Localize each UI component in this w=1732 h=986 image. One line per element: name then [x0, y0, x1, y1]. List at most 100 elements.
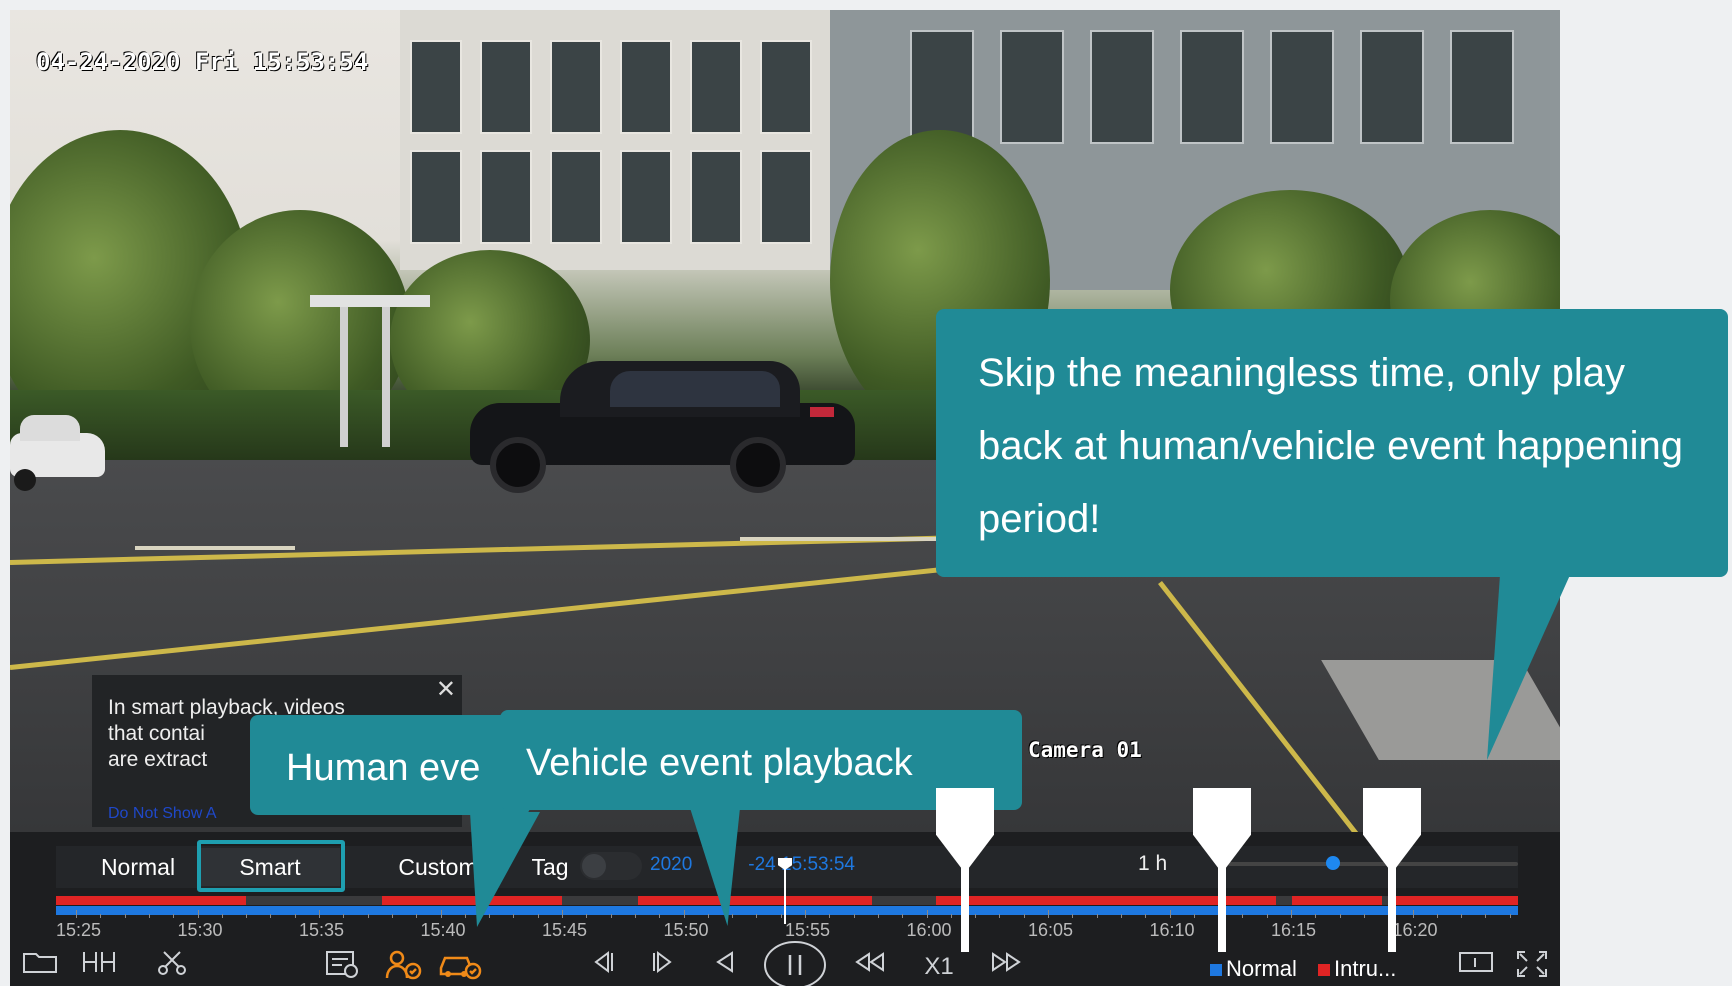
timeline-minor-tick	[1242, 914, 1244, 918]
scissors-icon[interactable]	[152, 950, 192, 984]
timeline-minor-tick	[1096, 914, 1098, 918]
timeline-tick-label: 16:10	[1149, 920, 1195, 940]
timeline-minor-tick	[999, 914, 1001, 918]
timeline-minor-tick	[780, 914, 782, 918]
timeline-minor-tick	[367, 914, 369, 918]
black-suv	[470, 355, 860, 495]
rewind-icon[interactable]	[850, 950, 890, 984]
timeline-minor-tick	[853, 914, 855, 918]
timeline-tick	[440, 910, 442, 918]
timeline[interactable]: 15:25 15:30 15:35 15:40 15:45 15:50 15:55 16:00…	[10, 832, 1560, 942]
legend-normal: Normal	[1210, 956, 1297, 982]
timeline-minor-tick	[610, 914, 612, 918]
timeline-tick-label: 16:15	[1271, 920, 1317, 940]
camera-name-overlay: Camera 01	[1028, 738, 1142, 762]
bus-stop	[310, 295, 430, 307]
timeline-minor-tick	[246, 914, 248, 918]
timeline-marker-line	[961, 860, 969, 952]
timeline-minor-tick	[416, 914, 418, 918]
timeline-minor-tick	[1339, 914, 1341, 918]
callout-line: period!	[978, 497, 1101, 541]
timeline-minor-tick	[1120, 914, 1122, 918]
step-forward-icon[interactable]	[644, 950, 684, 984]
do-not-show-again-link[interactable]: Do Not Show A	[108, 801, 217, 827]
skip-time-callout: Skip the meaningless time, only play bac…	[936, 309, 1728, 577]
timeline-minor-tick	[343, 914, 345, 918]
timeline-tick-label: 16:00	[906, 920, 952, 940]
timeline-tick-label: 15:45	[542, 920, 588, 940]
timeline-minor-tick	[1145, 914, 1147, 918]
white-car	[10, 415, 110, 495]
event-recording-track	[56, 896, 1518, 905]
clip-marker-icon[interactable]	[78, 950, 118, 984]
folder-icon[interactable]	[20, 950, 60, 984]
timeline-minor-tick	[1485, 914, 1487, 918]
timeline-minor-tick	[1072, 914, 1074, 918]
callout-line: back at human/vehicle event happening	[978, 424, 1683, 468]
close-icon[interactable]: ✕	[436, 677, 456, 703]
timeline-minor-tick	[950, 914, 952, 918]
timeline-minor-tick	[537, 914, 539, 918]
pause-icon[interactable]	[762, 940, 828, 986]
timeline-minor-tick	[148, 914, 150, 918]
export-list-icon[interactable]	[322, 950, 362, 984]
timeline-tick	[562, 910, 563, 918]
timeline-minor-tick	[659, 914, 661, 918]
timeline-tick-label: 15:25	[56, 920, 102, 940]
timeline-minor-tick	[1023, 914, 1025, 918]
timeline-marker-line	[1388, 860, 1396, 952]
timeline-minor-tick	[513, 914, 515, 918]
timeline-minor-tick	[1509, 914, 1511, 918]
timeline-minor-tick	[707, 914, 709, 918]
timeline-minor-tick	[1193, 914, 1195, 918]
timeline-minor-tick	[829, 914, 831, 918]
timeline-tick-label: 15:55	[785, 920, 831, 940]
reverse-play-icon[interactable]	[704, 950, 744, 984]
timeline-tick-label: 15:35	[299, 920, 345, 940]
timeline-minor-tick	[100, 914, 102, 918]
human-filter-icon[interactable]	[384, 950, 424, 984]
timeline-minor-tick	[391, 914, 393, 918]
timeline-tick-label: 15:40	[420, 920, 466, 940]
timeline-minor-tick	[975, 914, 977, 918]
normal-recording-track	[56, 906, 1518, 915]
timeline-tick	[1169, 910, 1171, 918]
human-event-callout: Human eve	[250, 715, 530, 815]
timeline-minor-tick	[124, 914, 126, 918]
legend-intrusion: Intru...	[1318, 956, 1396, 982]
timeline-tick-label: 16:05	[1028, 920, 1074, 940]
single-view-icon[interactable]	[1456, 950, 1496, 984]
fast-forward-icon[interactable]	[986, 950, 1026, 984]
timeline-tick	[1291, 910, 1292, 918]
vehicle-filter-icon[interactable]	[436, 950, 484, 984]
fullscreen-icon[interactable]	[1512, 950, 1552, 984]
timeline-minor-tick	[1436, 914, 1438, 918]
timeline-tick-label: 15:30	[177, 920, 223, 940]
timeline-minor-tick	[634, 914, 636, 918]
timeline-minor-tick	[756, 914, 758, 918]
timeline-tick-label: 15:50	[663, 920, 709, 940]
timeline-minor-tick	[221, 914, 223, 918]
playhead-handle[interactable]	[778, 858, 792, 870]
timeline-tick	[683, 910, 685, 918]
callout-line: Skip the meaningless time, only play	[978, 351, 1625, 395]
timeline-minor-tick	[294, 914, 296, 918]
timeline-minor-tick	[1363, 914, 1365, 918]
datetime-overlay: 04-24-2020 Fri 15:53:54	[36, 48, 369, 76]
timeline-minor-tick	[1315, 914, 1317, 918]
timeline-tick	[319, 910, 320, 918]
playhead[interactable]	[784, 862, 786, 924]
timeline-tick	[1048, 910, 1049, 918]
step-back-icon[interactable]	[582, 950, 622, 984]
timeline-minor-tick	[270, 914, 272, 918]
timeline-tick	[76, 910, 77, 918]
timeline-tick	[1412, 910, 1414, 918]
timeline-minor-tick	[1461, 914, 1463, 918]
timeline-marker-line	[1218, 860, 1226, 952]
timeline-tick-label: 16:20	[1392, 920, 1438, 940]
timeline-minor-tick	[1266, 914, 1268, 918]
timeline-minor-tick	[902, 914, 904, 918]
timeline-minor-tick	[732, 914, 734, 918]
playback-control-panel: Normal Smart Custom Tag 2020 -24 15:53:54…	[10, 832, 1560, 986]
timeline-minor-tick	[586, 914, 588, 918]
